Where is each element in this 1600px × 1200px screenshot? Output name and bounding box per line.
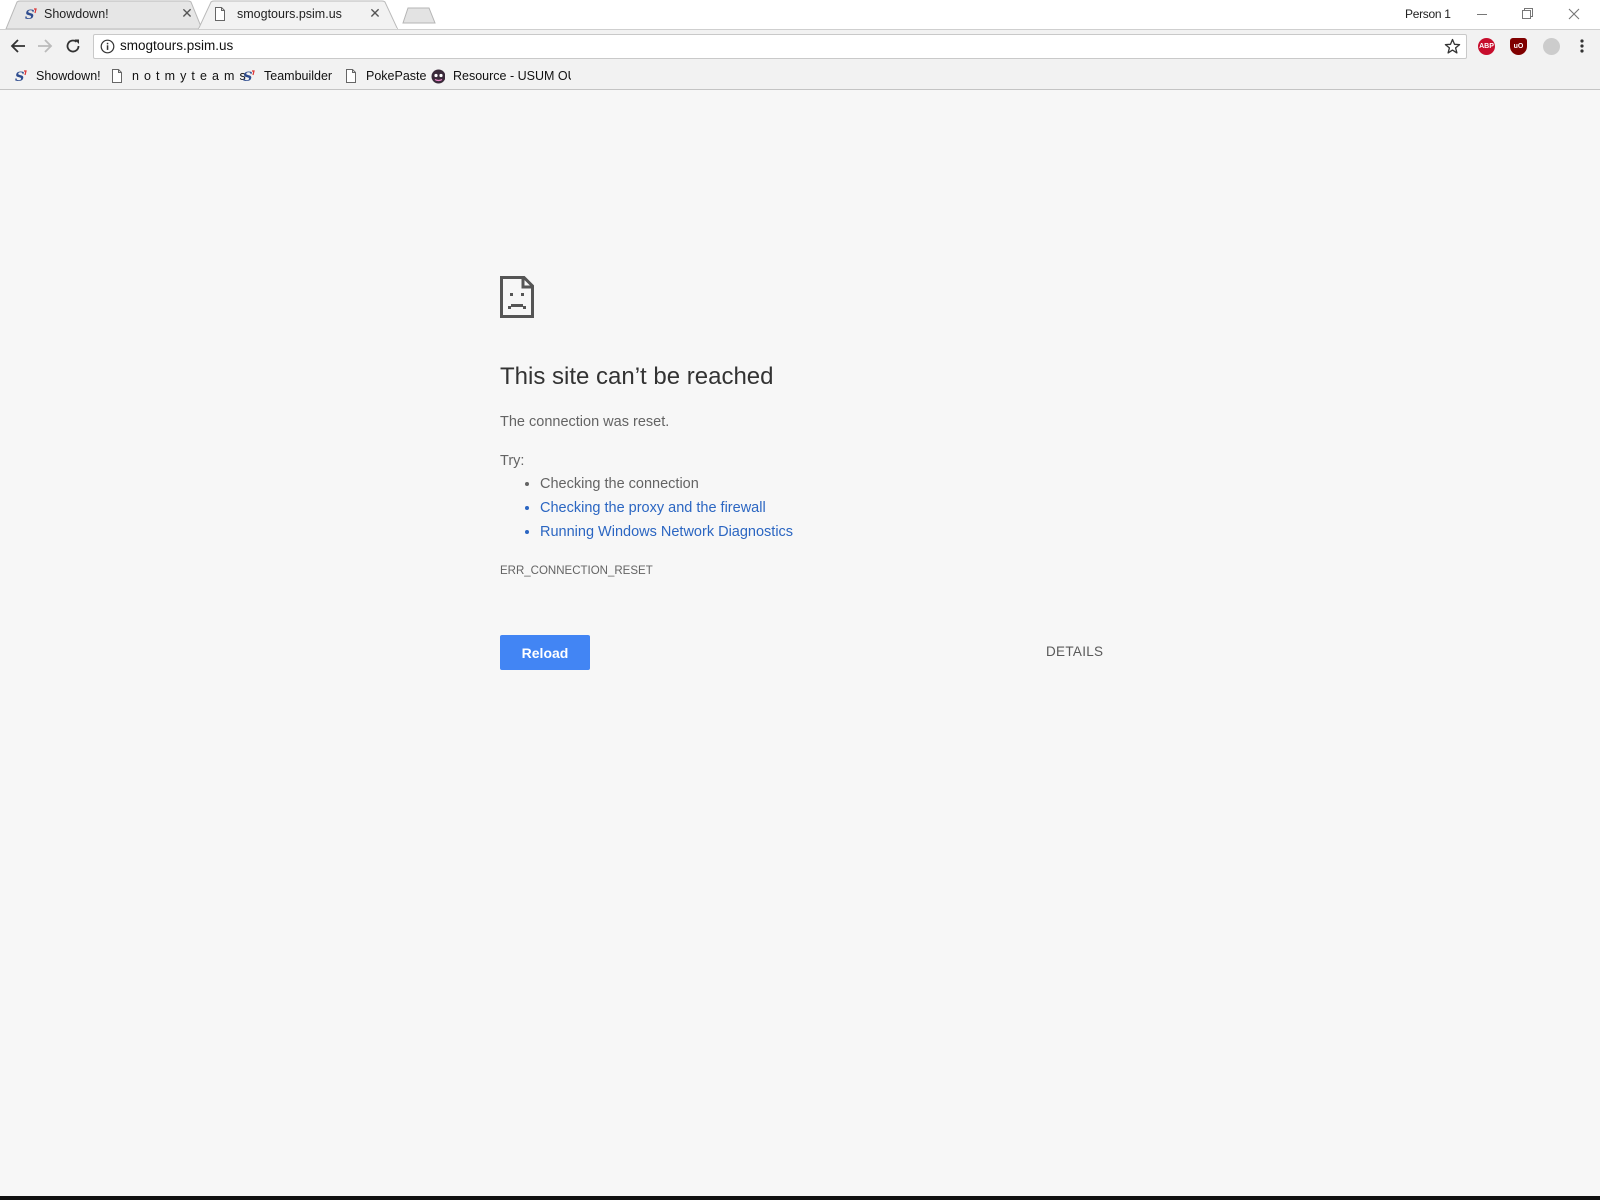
adblock-plus-icon[interactable]: ABP xyxy=(1478,38,1495,55)
showdown-s-icon: S xyxy=(14,69,28,83)
page-icon xyxy=(213,7,227,21)
tab-strip: S Showdown! ✕ smogtours.psim.us ✕ Person… xyxy=(0,0,1600,30)
error-description: The connection was reset. xyxy=(500,414,670,430)
taskbar-edge xyxy=(0,1196,1600,1200)
error-page: This site can’t be reached The connectio… xyxy=(0,91,1600,1196)
suggestion-check-connection: Checking the connection xyxy=(540,475,793,499)
info-icon[interactable] xyxy=(100,39,115,54)
bookmark-notmyteams[interactable]: n o t m y t e a m s xyxy=(110,68,247,84)
svg-text:S: S xyxy=(25,8,34,21)
bookmark-label: Teambuilder xyxy=(264,69,333,83)
url-text[interactable]: smogtours.psim.us xyxy=(120,38,233,53)
details-button[interactable]: DETAILS xyxy=(1046,644,1103,659)
bookmark-showdown[interactable]: S Showdown! xyxy=(14,68,101,84)
bookmark-label: Resource - USUM OU xyxy=(453,69,571,83)
address-bar[interactable]: smogtours.psim.us xyxy=(93,34,1467,59)
back-icon[interactable] xyxy=(6,34,30,58)
bookmark-pokepaste[interactable]: PokePaste xyxy=(344,68,426,84)
bookmark-label: n o t m y t e a m s xyxy=(132,69,247,83)
reload-icon[interactable] xyxy=(61,34,85,58)
suggestion-network-diagnostics-link[interactable]: Running Windows Network Diagnostics xyxy=(540,523,793,547)
sad-page-icon xyxy=(500,276,534,318)
close-icon[interactable]: ✕ xyxy=(180,6,194,20)
restore-icon[interactable] xyxy=(1506,0,1550,28)
tab-showdown[interactable]: S Showdown! ✕ xyxy=(4,0,204,29)
bookmarks-bar: S Showdown! n o t m y t e a m s S Teambu… xyxy=(0,62,1600,90)
smogon-icon xyxy=(431,69,445,83)
close-icon[interactable]: ✕ xyxy=(368,6,382,20)
toolbar: smogtours.psim.us ABP uO xyxy=(0,29,1600,62)
showdown-s-icon: S xyxy=(242,69,256,83)
error-heading: This site can’t be reached xyxy=(500,363,774,390)
extension-icon[interactable] xyxy=(1543,38,1560,55)
bookmark-label: Showdown! xyxy=(36,69,101,83)
reload-button[interactable]: Reload xyxy=(500,635,590,670)
page-icon xyxy=(344,69,358,83)
bookmark-resource-usum-ou[interactable]: Resource - USUM OU xyxy=(431,68,571,84)
tab-title: smogtours.psim.us xyxy=(237,7,342,21)
minimize-icon[interactable] xyxy=(1460,0,1504,28)
profile-name[interactable]: Person 1 xyxy=(1405,7,1451,21)
tab-smogtours[interactable]: smogtours.psim.us ✕ xyxy=(198,0,398,30)
try-label: Try: xyxy=(500,453,525,469)
tab-title: Showdown! xyxy=(44,7,109,21)
ublock-origin-icon[interactable]: uO xyxy=(1510,38,1527,55)
menu-icon[interactable] xyxy=(1570,34,1594,58)
bookmark-teambuilder[interactable]: S Teambuilder xyxy=(242,68,332,84)
svg-text:S: S xyxy=(243,70,252,83)
forward-icon[interactable] xyxy=(33,34,57,58)
close-window-icon[interactable] xyxy=(1552,0,1596,28)
suggestion-proxy-firewall-link[interactable]: Checking the proxy and the firewall xyxy=(540,499,793,523)
svg-text:S: S xyxy=(15,70,24,83)
bookmark-star-icon[interactable] xyxy=(1444,38,1461,55)
new-tab-button[interactable] xyxy=(402,7,436,24)
error-code: ERR_CONNECTION_RESET xyxy=(500,565,653,577)
suggestions-list: Checking the connection Checking the pro… xyxy=(540,475,793,547)
showdown-s-icon: S xyxy=(24,7,38,21)
bookmark-label: PokePaste xyxy=(366,69,427,83)
page-icon xyxy=(110,69,124,83)
